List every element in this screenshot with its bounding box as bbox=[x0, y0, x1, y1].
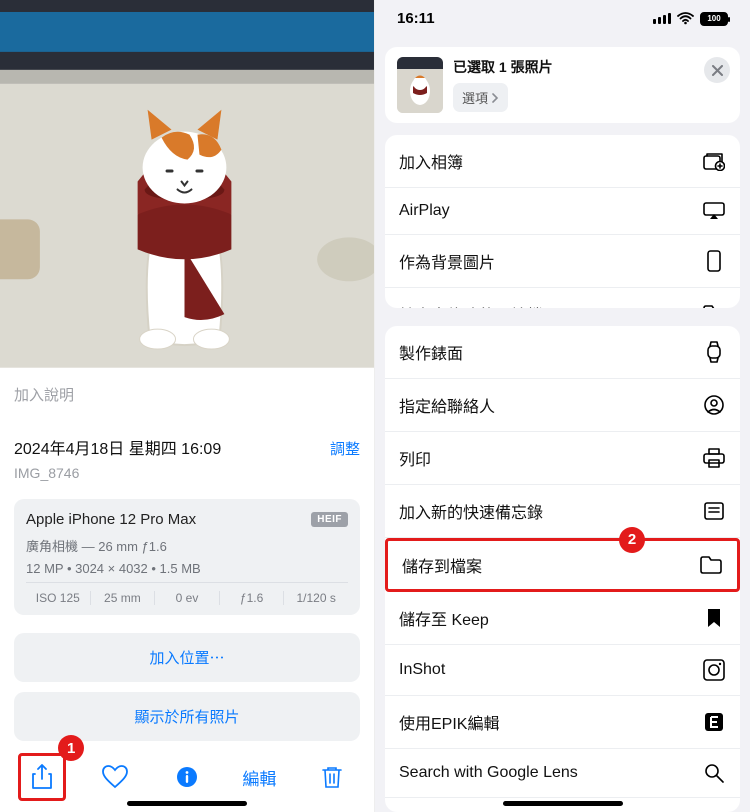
share-action-label: 指定給聯絡人 bbox=[399, 393, 495, 417]
exif-row: ISO 125 25 mm 0 ev ƒ1.6 1/120 s bbox=[26, 582, 348, 605]
share-action-folder[interactable]: 2儲存到檔案 bbox=[385, 538, 740, 592]
status-time: 16:11 bbox=[397, 10, 435, 27]
file-id: IMG_8746 bbox=[14, 465, 360, 481]
share-action-watch[interactable]: 製作錶面 bbox=[385, 326, 740, 379]
share-action-label: 儲存至 Keep bbox=[399, 606, 489, 630]
airplay-icon bbox=[702, 202, 726, 220]
bookmark-icon bbox=[702, 608, 726, 628]
folder-icon bbox=[699, 556, 723, 574]
share-action-search[interactable]: Search with Google Lens bbox=[385, 749, 740, 798]
selection-thumbnail bbox=[397, 57, 443, 113]
share-action-label: 輸出未修改的原始檔 bbox=[399, 302, 543, 308]
callout-badge-1: 1 bbox=[58, 735, 84, 761]
exif-focal: 25 mm bbox=[91, 591, 156, 605]
photo-illustration bbox=[0, 0, 374, 367]
lens-info: 廣角相機 — 26 mm ƒ1.6 bbox=[26, 536, 348, 555]
share-action-label: 加入新的快速備忘錄 bbox=[399, 499, 543, 523]
metadata-section: 2024年4月18日 星期四 16:09 調整 IMG_8746 bbox=[0, 421, 374, 495]
status-bar: 16:11 100 bbox=[375, 0, 750, 37]
share-action-label: InShot bbox=[399, 661, 445, 679]
trash-icon bbox=[321, 765, 343, 789]
caption-input[interactable]: 加入說明 bbox=[0, 368, 374, 421]
search-icon bbox=[702, 763, 726, 783]
share-action-bookmark[interactable]: 儲存至 Keep bbox=[385, 592, 740, 645]
options-label: 選項 bbox=[462, 88, 488, 107]
close-icon bbox=[712, 65, 723, 76]
close-button[interactable] bbox=[704, 57, 730, 83]
callout-badge-2: 2 bbox=[619, 527, 645, 553]
share-action-note[interactable]: 加入新的快速備忘錄 bbox=[385, 485, 740, 538]
share-action-label: 列印 bbox=[399, 446, 431, 470]
share-actions-group-1: 加入相簿 AirPlay 作為背景圖片輸出未修改的原始檔 bbox=[385, 135, 740, 308]
share-action-contact[interactable]: 指定給聯絡人 bbox=[385, 379, 740, 432]
share-action-label: Search with Google Lens bbox=[399, 764, 578, 782]
exif-iso: ISO 125 bbox=[26, 591, 91, 605]
share-button[interactable] bbox=[18, 753, 66, 801]
wifi-icon bbox=[677, 12, 694, 25]
share-action-album-add[interactable]: 加入相簿 bbox=[385, 135, 740, 188]
share-sheet-pane: 16:11 100 已選取 1 張照片 選項 加入相簿 AirPlay 作為背景圖片… bbox=[375, 0, 750, 812]
format-badge: HEIF bbox=[311, 512, 348, 527]
device-model: Apple iPhone 12 Pro Max bbox=[26, 511, 196, 528]
share-action-epik[interactable]: 使用EPIK編輯 bbox=[385, 696, 740, 749]
info-button[interactable] bbox=[163, 753, 211, 801]
share-icon bbox=[31, 764, 53, 790]
exif-ev: 0 ev bbox=[155, 591, 220, 605]
selection-title: 已選取 1 張照片 bbox=[453, 57, 553, 77]
photo-viewport[interactable] bbox=[0, 0, 374, 368]
epik-icon bbox=[702, 712, 726, 732]
printer-icon bbox=[702, 448, 726, 468]
heart-icon bbox=[102, 765, 128, 789]
share-action-phone[interactable]: 作為背景圖片 bbox=[385, 235, 740, 288]
info-icon bbox=[176, 766, 198, 788]
home-indicator bbox=[127, 801, 247, 806]
note-icon bbox=[702, 502, 726, 520]
options-button[interactable]: 選項 bbox=[453, 83, 508, 112]
share-action-label: 儲存到檔案 bbox=[402, 553, 482, 577]
share-action-label: 加入相簿 bbox=[399, 149, 463, 173]
share-action-label: 使用EPIK編輯 bbox=[399, 710, 499, 734]
delete-button[interactable] bbox=[308, 753, 356, 801]
exif-aperture: ƒ1.6 bbox=[220, 591, 285, 605]
exif-card: Apple iPhone 12 Pro Max HEIF 廣角相機 — 26 m… bbox=[14, 499, 360, 615]
album-add-icon bbox=[702, 151, 726, 171]
battery-icon: 100 bbox=[700, 12, 728, 26]
share-action-label: 製作錶面 bbox=[399, 340, 463, 364]
inshot-icon bbox=[702, 659, 726, 681]
add-location-button[interactable]: 加入位置⋯ bbox=[14, 633, 360, 682]
share-action-inshot[interactable]: InShot bbox=[385, 645, 740, 696]
favorite-button[interactable] bbox=[91, 753, 139, 801]
phone-icon bbox=[702, 250, 726, 272]
share-action-label: 作為背景圖片 bbox=[399, 249, 495, 273]
share-action-folder[interactable]: 輸出未修改的原始檔 bbox=[385, 288, 740, 308]
watch-icon bbox=[702, 341, 726, 363]
photo-date: 2024年4月18日 星期四 16:09 bbox=[14, 435, 221, 459]
chevron-right-icon bbox=[492, 93, 499, 103]
contact-icon bbox=[702, 395, 726, 415]
share-action-label: AirPlay bbox=[399, 202, 450, 220]
folder-icon bbox=[702, 305, 726, 308]
cellular-icon bbox=[653, 13, 671, 24]
share-actions-group-2: 製作錶面指定給聯絡人列印加入新的快速備忘錄2儲存到檔案儲存至 KeepInSho… bbox=[385, 326, 740, 812]
share-action-airplay[interactable]: AirPlay bbox=[385, 188, 740, 235]
exif-shutter: 1/120 s bbox=[284, 591, 348, 605]
edit-button[interactable]: 編輯 bbox=[235, 753, 283, 801]
show-in-all-photos-button[interactable]: 顯示於所有照片 bbox=[14, 692, 360, 741]
adjust-button[interactable]: 調整 bbox=[330, 438, 360, 459]
photo-detail-pane: 加入說明 2024年4月18日 星期四 16:09 調整 IMG_8746 Ap… bbox=[0, 0, 375, 812]
share-sheet-header: 已選取 1 張照片 選項 bbox=[385, 47, 740, 123]
share-action-printer[interactable]: 列印 bbox=[385, 432, 740, 485]
home-indicator bbox=[503, 801, 623, 806]
specs-info: 12 MP • 3024 × 4032 • 1.5 MB bbox=[26, 561, 348, 576]
